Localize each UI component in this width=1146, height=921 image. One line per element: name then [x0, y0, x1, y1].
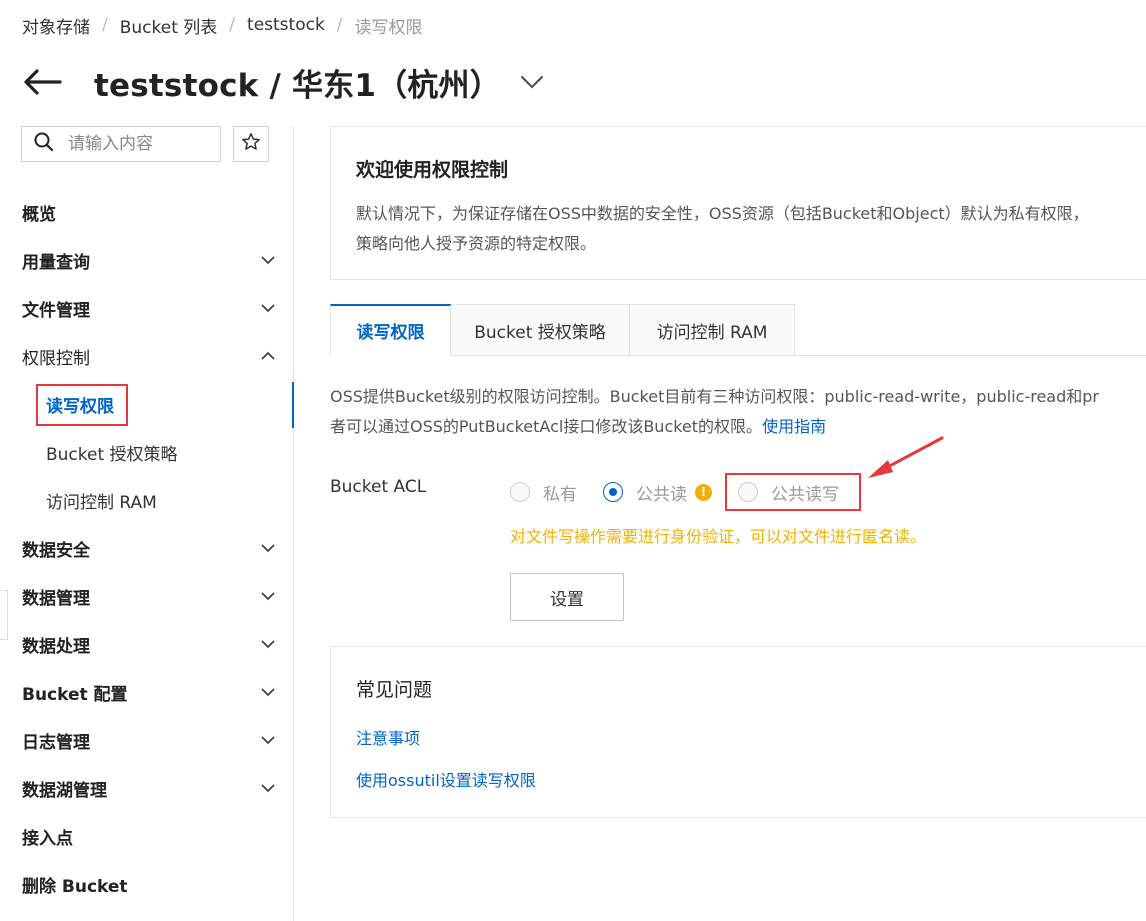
acl-description: OSS提供Bucket级别的权限访问控制。Bucket目前有三种访问权限：pub… — [330, 382, 1146, 442]
sidebar-item-label: 用量查询 — [22, 252, 90, 273]
search-input[interactable] — [68, 134, 198, 154]
annotation-arrow-icon — [868, 436, 944, 478]
radio-label: 公共读 — [636, 484, 687, 505]
radio-button-selected[interactable] — [603, 482, 623, 502]
welcome-title: 欢迎使用权限控制 — [356, 159, 509, 181]
sidebar-item-label: 数据处理 — [22, 636, 90, 657]
sidebar-item-data-processing[interactable]: 数据处理 — [0, 620, 293, 668]
welcome-text-line: 策略向他人授予资源的特定权限。 — [356, 234, 597, 253]
sidebar-item-read-write[interactable]: 读写权限 — [0, 380, 294, 428]
sidebar-item-label: 权限控制 — [22, 348, 90, 369]
sidebar-item-label: Bucket 配置 — [22, 684, 128, 705]
acl-hint: 对文件写操作需要进行身份验证，可以对文件进行匿名读。 — [510, 527, 927, 546]
acl-description-line: OSS提供Bucket级别的权限访问控制。Bucket目前有三种访问权限：pub… — [330, 387, 1099, 406]
sidebar-item-label: 删除 Bucket — [22, 876, 128, 897]
set-button[interactable]: 设置 — [510, 573, 624, 621]
chevron-up-icon — [261, 351, 275, 360]
sidebar-item-permissions[interactable]: 权限控制 — [0, 332, 293, 380]
tab-ram[interactable]: 访问控制 RAM — [630, 304, 795, 356]
sidebar-item-logs[interactable]: 日志管理 — [0, 716, 293, 764]
sidebar-item-label: 日志管理 — [22, 732, 90, 753]
chevron-down-icon[interactable] — [519, 69, 545, 95]
chevron-down-icon — [261, 256, 275, 265]
sidebar-item-data-security[interactable]: 数据安全 — [0, 524, 293, 572]
acl-description-text: 者可以通过OSS的PutBucketAcl接口修改该Bucket的权限。 — [330, 417, 763, 436]
guide-link[interactable]: 使用指南 — [762, 417, 826, 436]
breadcrumb-bucket-list[interactable]: Bucket 列表 — [120, 13, 218, 38]
chevron-down-icon — [261, 304, 275, 313]
sidebar-item-files[interactable]: 文件管理 — [0, 284, 293, 332]
sidebar-collapse-handle[interactable] — [0, 590, 8, 640]
welcome-text-line: 默认情况下，为保证存储在OSS中数据的安全性，OSS资源（包括Bucket和Ob… — [356, 204, 1089, 223]
tab-bar: 读写权限 Bucket 授权策略 访问控制 RAM — [330, 304, 1146, 356]
radio-label: 私有 — [543, 484, 577, 505]
sidebar-item-label: 数据安全 — [22, 540, 90, 561]
faq-title: 常见问题 — [356, 679, 433, 701]
sidebar-item-bucket-policy[interactable]: Bucket 授权策略 — [0, 428, 293, 476]
title-row: teststock / 华东1（杭州） — [22, 60, 545, 104]
warning-icon: ! — [695, 483, 712, 501]
sidebar-nav: 概览 用量查询 文件管理 权限控制 读写权限 Bucket 授权策略 访问控制 … — [0, 188, 294, 908]
active-indicator — [292, 382, 294, 428]
sidebar-item-data-lake[interactable]: 数据湖管理 — [0, 764, 293, 812]
breadcrumb-current: 读写权限 — [354, 17, 423, 38]
radio-button[interactable] — [510, 482, 530, 502]
sidebar: 概览 用量查询 文件管理 权限控制 读写权限 Bucket 授权策略 访问控制 … — [0, 126, 294, 921]
radio-public-read[interactable]: 公共读 ! — [603, 480, 712, 505]
sidebar-item-label: 数据湖管理 — [22, 780, 107, 801]
faq-card: 常见问题 注意事项 使用ossutil设置读写权限 — [330, 646, 1146, 818]
sidebar-item-usage[interactable]: 用量查询 — [0, 236, 293, 284]
breadcrumb-separator: / — [336, 15, 343, 35]
breadcrumb-separator: / — [102, 15, 108, 35]
acl-description-line: 者可以通过OSS的PutBucketAcl接口修改该Bucket的权限。使用指南 — [330, 412, 1146, 442]
chevron-down-icon — [261, 736, 275, 745]
tab-read-write[interactable]: 读写权限 — [330, 304, 451, 356]
sidebar-item-overview[interactable]: 概览 — [0, 188, 293, 236]
sidebar-item-label: Bucket 授权策略 — [46, 444, 178, 465]
highlight-box — [725, 473, 861, 511]
sidebar-item-label: 概览 — [22, 204, 56, 225]
sidebar-item-label: 访问控制 RAM — [46, 492, 157, 513]
radio-private[interactable]: 私有 — [510, 480, 577, 505]
faq-link-ossutil[interactable]: 使用ossutil设置读写权限 — [356, 767, 536, 791]
chevron-down-icon — [261, 784, 275, 793]
breadcrumb: 对象存储 / Bucket 列表 / teststock / 读写权限 — [22, 12, 423, 38]
tab-bucket-policy[interactable]: Bucket 授权策略 — [451, 304, 630, 356]
sidebar-item-label: 接入点 — [22, 828, 73, 849]
chevron-down-icon — [261, 592, 275, 601]
search-icon — [34, 132, 54, 156]
welcome-text: 默认情况下，为保证存储在OSS中数据的安全性，OSS资源（包括Bucket和Ob… — [356, 199, 1146, 259]
breadcrumb-separator: / — [229, 15, 236, 35]
sidebar-item-label: 数据管理 — [22, 588, 90, 609]
sidebar-item-access-points[interactable]: 接入点 — [0, 812, 293, 860]
highlight-box — [36, 384, 128, 426]
sidebar-item-label: 文件管理 — [22, 300, 90, 321]
arrow-left-icon[interactable] — [22, 67, 64, 97]
faq-link-notes[interactable]: 注意事项 — [356, 725, 420, 749]
favorite-button[interactable] — [233, 126, 269, 162]
sidebar-item-delete-bucket[interactable]: 删除 Bucket — [0, 860, 293, 908]
page-title: teststock / 华东1（杭州） — [94, 67, 501, 104]
breadcrumb-object-storage[interactable]: 对象存储 — [22, 13, 90, 38]
breadcrumb-bucket[interactable]: teststock — [247, 15, 325, 35]
star-icon — [241, 132, 261, 156]
search-box — [21, 126, 221, 162]
chevron-down-icon — [261, 640, 275, 649]
acl-label: Bucket ACL — [330, 477, 427, 497]
chevron-down-icon — [261, 544, 275, 553]
chevron-down-icon — [261, 688, 275, 697]
sidebar-item-ram[interactable]: 访问控制 RAM — [0, 476, 293, 524]
sidebar-item-bucket-config[interactable]: Bucket 配置 — [0, 668, 293, 716]
sidebar-item-data-management[interactable]: 数据管理 — [0, 572, 293, 620]
welcome-card: 欢迎使用权限控制 默认情况下，为保证存储在OSS中数据的安全性，OSS资源（包括… — [330, 126, 1146, 280]
